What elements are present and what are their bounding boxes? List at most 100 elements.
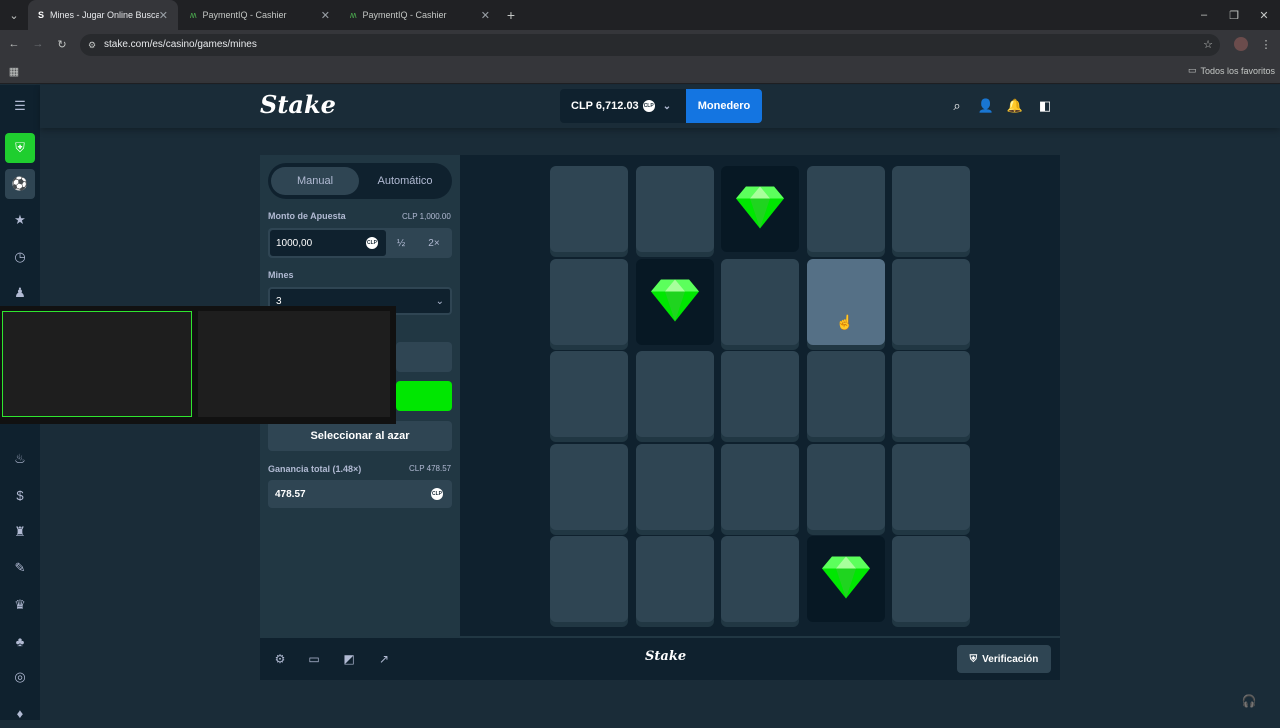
browser-tab-mines[interactable]: S Mines - Jugar Online Buscamin ✕ [28,0,178,30]
challenges-icon[interactable]: ♟ [5,278,35,308]
menu-kebab-icon[interactable]: ⋮ [1258,36,1274,52]
balance-amount: CLP 6,712.03 [571,100,639,112]
total-profit-value: 478.57 [275,488,306,500]
tile-hidden[interactable] [635,536,714,622]
tile-hidden[interactable] [806,166,885,252]
tile-hidden[interactable] [806,443,885,530]
cashout-button[interactable] [396,381,452,411]
tab-title: PaymentIQ - Cashier [362,10,447,20]
gem-icon [820,551,872,608]
random-pick-button[interactable]: Seleccionar al azar [268,421,452,451]
tab-search-icon[interactable]: ⌄ [6,7,22,23]
clp-coin-icon: CLP [366,237,378,249]
total-profit-display: CLP 478.57 [409,464,452,473]
tile-gem-revealed [721,166,799,252]
tab-automatic[interactable]: Automático [361,167,449,195]
bet-amount-label: Monto de Apuesta [268,211,346,221]
tile-hidden[interactable] [721,351,799,437]
game-shows-icon[interactable]: ♛ [5,590,35,620]
stake-logo[interactable]: Stake [260,90,336,119]
tile-hidden[interactable] [635,166,714,252]
tile-hidden[interactable] [721,536,799,622]
roulette-icon[interactable]: ◎ [5,662,35,692]
promotions-gift-icon[interactable]: ♦ [5,698,35,728]
tile-hidden[interactable] [892,536,970,622]
menu-hamburger-icon[interactable]: ☰ [5,91,35,121]
tab-manual[interactable]: Manual [271,167,359,195]
close-tab-icon[interactable]: ✕ [159,9,168,22]
paymentiq-icon: ʍ [190,10,197,20]
all-bookmarks-folder[interactable]: ▭ Todos los favoritos [1188,65,1275,76]
half-bet-button[interactable]: ½ [386,230,416,256]
browser-tab-paymentiq-1[interactable]: ʍ PaymentIQ - Cashier ✕ [180,0,340,30]
tile-hidden[interactable] [635,351,714,437]
theatre-mode-icon[interactable]: ▭ [306,651,322,667]
wallet-button[interactable]: Monedero [686,89,762,123]
double-bet-button[interactable]: 2× [419,230,449,256]
folder-icon: ▭ [1188,65,1197,75]
verification-button[interactable]: ⛨ Verificación [957,645,1051,673]
apps-grid-icon[interactable]: ▦ [6,63,22,79]
tile-hidden[interactable] [892,443,970,530]
sports-ball-icon[interactable]: ⚽ [5,169,35,199]
blackjack-icon[interactable]: ♣ [5,626,35,656]
chat-panel-icon[interactable]: ◧ [1036,97,1054,115]
tile-hidden[interactable] [550,536,628,622]
gem-icon [734,181,786,238]
bookmarks-label: Todos los favoritos [1200,65,1276,76]
popout-icon[interactable]: ↗ [376,651,392,667]
tile-hidden[interactable] [806,351,885,437]
tile-hidden[interactable] [721,258,799,345]
user-icon[interactable]: 👤 [977,97,995,115]
reload-icon[interactable]: ↻ [54,36,70,52]
tile-hidden[interactable] [550,166,628,252]
forward-icon[interactable]: → [30,36,46,52]
total-profit-label: Ganancia total (1.48×) [268,464,362,474]
balance-selector[interactable]: CLP 6,712.03 CLP ⌄ [560,89,686,123]
minimize-icon[interactable]: – [1196,7,1212,23]
new-tab-icon[interactable]: + [503,7,519,23]
paymentiq-icon: ʍ [350,10,357,20]
tile-hidden[interactable] [892,351,970,437]
support-headset-icon[interactable]: 🎧 [1238,690,1260,712]
browser-tab-paymentiq-2[interactable]: ʍ PaymentIQ - Cashier ✕ [340,0,500,30]
tile-hidden[interactable] [550,258,628,345]
close-window-icon[interactable]: ✕ [1256,7,1272,23]
casino-shield-icon[interactable]: ⛨ [5,133,35,163]
tile-gem-revealed [806,536,885,622]
overlay-panel-left [2,311,192,417]
slots-icon[interactable]: ♜ [5,517,35,547]
profile-avatar[interactable] [1234,37,1248,51]
settings-gear-icon[interactable]: ⚙ [272,651,288,667]
tile-hidden[interactable] [550,443,628,530]
mines-label: Mines [268,270,294,280]
back-icon[interactable]: ← [6,36,22,52]
stake-originals-icon[interactable]: $ [5,480,35,510]
close-tab-icon[interactable]: ✕ [321,9,330,22]
restore-icon[interactable]: ❐ [1226,7,1242,23]
search-icon[interactable]: ⌕ [948,97,966,115]
chevron-down-icon: ⌄ [662,100,672,112]
tile-hidden[interactable] [721,443,799,530]
close-tab-icon[interactable]: ✕ [481,9,490,22]
hot-flame-icon[interactable]: ♨ [5,444,35,474]
notifications-bell-icon[interactable]: 🔔 [1006,97,1024,115]
url-text[interactable]: stake.com/es/casino/games/mines [104,39,257,50]
tile-hidden[interactable] [550,351,628,437]
tile-hidden[interactable] [892,166,970,252]
verification-label: Verificación [982,653,1039,665]
tile-hidden[interactable] [635,443,714,530]
favorites-star-icon[interactable]: ★ [5,205,35,235]
tile-hidden[interactable] [806,258,885,345]
stats-chart-icon[interactable]: ◩ [341,651,357,667]
recent-clock-icon[interactable]: ◷ [5,242,35,272]
bookmark-star-icon[interactable]: ☆ [1200,36,1216,52]
clp-coin-icon: CLP [431,488,443,500]
tab-title: PaymentIQ - Cashier [202,10,287,20]
chevron-down-icon: ⌄ [435,295,444,307]
bet-amount-display: CLP 1,000.00 [402,212,451,221]
site-info-icon[interactable]: ⚙ [84,37,100,53]
tile-hidden[interactable] [892,258,970,345]
live-casino-icon[interactable]: ✎ [5,553,35,583]
total-profit-field: 478.57 [268,480,452,508]
